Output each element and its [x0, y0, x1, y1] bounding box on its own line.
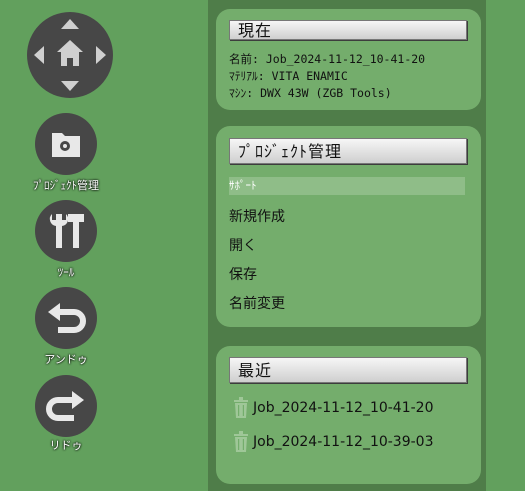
navigation-arrows-icon [27, 12, 113, 98]
menu-rename[interactable]: 名前変更 [229, 293, 285, 313]
menu-open[interactable]: 開く [229, 235, 257, 255]
current-name: 名前: Job_2024-11-12_10-41-20 [229, 52, 426, 66]
folder-gear-icon [35, 113, 97, 175]
wrench-hammer-icon [35, 200, 97, 262]
trash-icon[interactable] [233, 431, 249, 453]
redo-arrow-icon [35, 375, 97, 437]
tool-label: ﾂｰﾙ [57, 266, 75, 279]
right-background [486, 0, 525, 491]
current-panel: 現在 名前: Job_2024-11-12_10-41-20 ﾏﾃﾘｱﾙ: VI… [216, 9, 481, 110]
menu-new[interactable]: 新規作成 [229, 206, 285, 226]
recent-item[interactable]: Job_2024-11-12_10-39-03 [233, 431, 434, 453]
undo-button[interactable] [34, 286, 98, 350]
navigation-pad[interactable] [26, 11, 114, 99]
redo-label: リドゥ [49, 439, 83, 452]
current-machine: ﾏｼﾝ: DWX 43W (ZGB Tools) [229, 86, 392, 100]
project-panel: ﾌﾟﾛｼﾞｪｸﾄ管理 ｻﾎﾟｰﾄ 新規作成 開く 保存 名前変更 [216, 126, 481, 327]
project-header: ﾌﾟﾛｼﾞｪｸﾄ管理 [229, 138, 467, 164]
menu-save[interactable]: 保存 [229, 264, 257, 284]
project-management-label: ﾌﾟﾛｼﾞｪｸﾄ管理 [33, 179, 99, 192]
recent-item-label: Job_2024-11-12_10-39-03 [253, 434, 434, 450]
current-header: 現在 [229, 20, 467, 40]
undo-arrow-icon [35, 287, 97, 349]
recent-item[interactable]: Job_2024-11-12_10-41-20 [233, 397, 434, 419]
recent-header: 最近 [229, 357, 467, 383]
tool-button[interactable] [34, 199, 98, 263]
redo-button[interactable] [34, 374, 98, 438]
recent-item-label: Job_2024-11-12_10-41-20 [253, 400, 434, 416]
trash-icon[interactable] [233, 397, 249, 419]
current-material: ﾏﾃﾘｱﾙ: VITA ENAMIC [229, 69, 348, 83]
project-management-button[interactable] [34, 112, 98, 176]
menu-support[interactable]: ｻﾎﾟｰﾄ [229, 177, 465, 195]
undo-label: アンドゥ [44, 353, 88, 366]
recent-panel: 最近 Job_2024-11-12_10-41-20 Job_2024-11-1… [216, 346, 481, 484]
